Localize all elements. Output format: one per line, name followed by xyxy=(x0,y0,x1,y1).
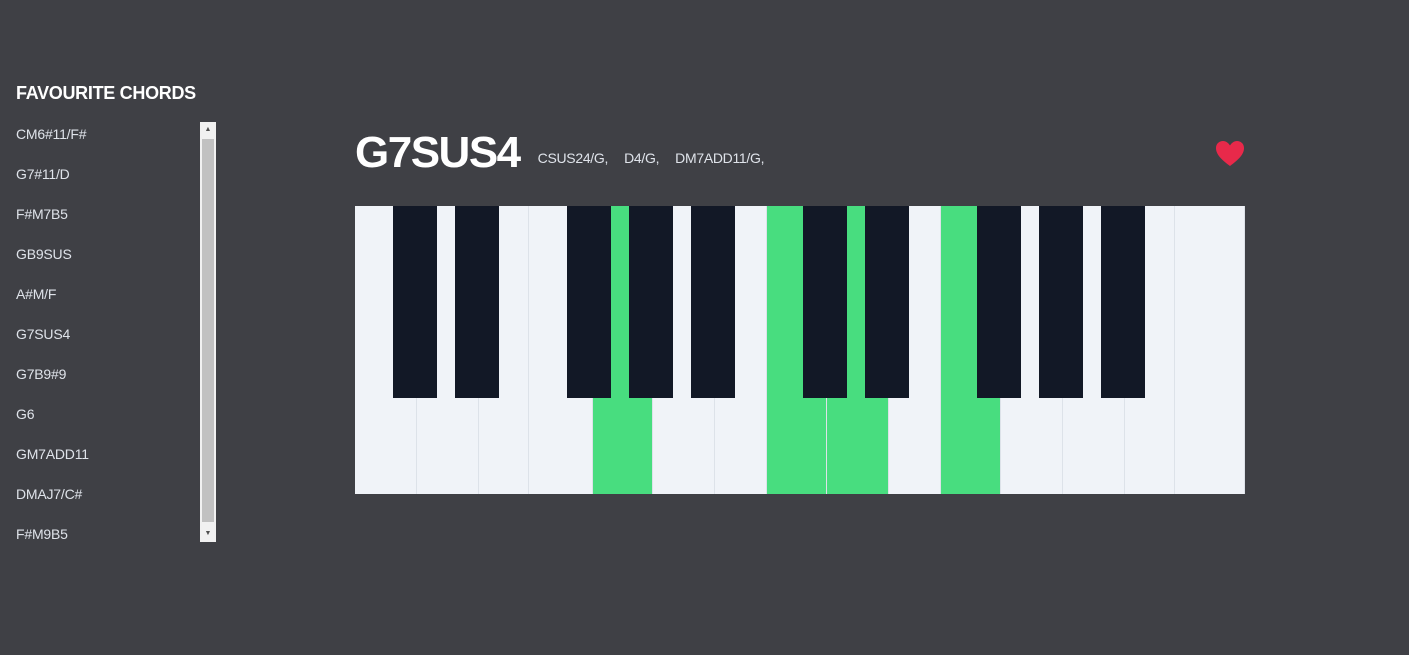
chord-title: G7SUS4 xyxy=(355,128,521,177)
black-key[interactable] xyxy=(691,206,735,398)
alternate-chord-name: DM7ADD11/G, xyxy=(675,150,765,166)
chord-list-item[interactable]: DMAJ7/C# xyxy=(16,482,216,522)
black-key[interactable] xyxy=(393,206,437,398)
chord-list-item[interactable]: CM6#11/F# xyxy=(16,122,216,162)
chord-list-item[interactable]: G7#11/D xyxy=(16,162,216,202)
black-key[interactable] xyxy=(1101,206,1145,398)
favourite-chord-list[interactable]: CM6#11/F# G7#11/D F#M7B5 GB9SUS A#M/F G7… xyxy=(16,122,216,542)
black-key[interactable] xyxy=(1039,206,1083,398)
white-key[interactable] xyxy=(1175,206,1245,494)
black-key[interactable] xyxy=(567,206,611,398)
chord-list-scrollbar[interactable]: ▲ ▼ xyxy=(200,122,216,542)
scroll-up-arrow-icon[interactable]: ▲ xyxy=(200,122,216,138)
black-key[interactable] xyxy=(803,206,847,398)
chord-list-item[interactable]: GB9SUS xyxy=(16,242,216,282)
chord-list-item[interactable]: GM7ADD11 xyxy=(16,442,216,482)
chord-list-item[interactable]: G7SUS4 xyxy=(16,322,216,362)
scroll-thumb[interactable] xyxy=(202,139,214,522)
piano-keyboard[interactable] xyxy=(355,206,1245,494)
chord-list-item[interactable]: F#M9B5 xyxy=(16,522,216,562)
chord-list-item[interactable]: A#M/F xyxy=(16,282,216,322)
sidebar-title: FAVOURITE CHORDS xyxy=(16,83,196,103)
black-key[interactable] xyxy=(629,206,673,398)
chord-header: G7SUS4 CSUS24/G, D4/G, DM7ADD11/G, xyxy=(355,128,765,178)
black-key[interactable] xyxy=(455,206,499,398)
black-key[interactable] xyxy=(865,206,909,398)
black-key[interactable] xyxy=(977,206,1021,398)
alternate-chord-name: D4/G, xyxy=(624,150,660,166)
scroll-down-arrow-icon[interactable]: ▼ xyxy=(200,526,216,542)
alternate-chord-name: CSUS24/G, xyxy=(537,150,609,166)
chord-list-item[interactable]: G7B9#9 xyxy=(16,362,216,402)
heart-icon[interactable] xyxy=(1215,140,1245,168)
chord-list-item[interactable]: G6 xyxy=(16,402,216,442)
chord-list-item[interactable]: F#M7B5 xyxy=(16,202,216,242)
alternate-chord-names: CSUS24/G, D4/G, DM7ADD11/G, xyxy=(538,150,765,166)
